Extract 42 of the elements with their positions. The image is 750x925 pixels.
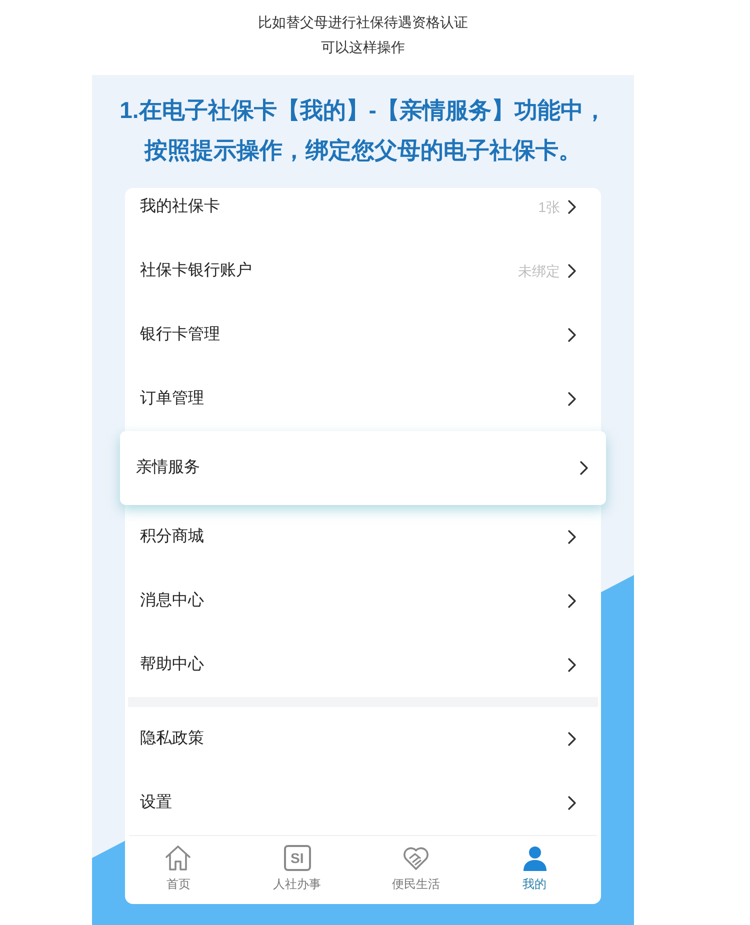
menu-item-label: 社保卡银行账户 xyxy=(140,260,252,281)
tab[interactable]: SI 人社办事 xyxy=(238,836,356,904)
menu-item[interactable]: 订单管理 xyxy=(125,367,601,431)
menu-item[interactable]: 设置 xyxy=(125,771,601,835)
chevron-right-icon xyxy=(568,328,576,342)
menu-item-label: 订单管理 xyxy=(140,389,204,409)
si-logo-icon: SI xyxy=(284,845,311,871)
menu-item[interactable]: 帮助中心 xyxy=(125,633,601,697)
chevron-right-icon xyxy=(568,200,576,214)
tab[interactable]: 首页 xyxy=(119,836,238,904)
menu-item-label: 银行卡管理 xyxy=(140,324,220,345)
menu-item-label: 设置 xyxy=(140,793,172,813)
menu-item[interactable]: 我的社保卡 1张 xyxy=(125,188,601,239)
chevron-right-icon xyxy=(568,594,576,608)
chevron-right-icon xyxy=(568,796,576,810)
chevron-right-icon xyxy=(568,530,576,544)
menu-item[interactable]: 银行卡管理 xyxy=(125,303,601,367)
menu-item[interactable]: 隐私政策 xyxy=(125,707,601,771)
caption-text: 可以这样操作 xyxy=(321,38,405,57)
chevron-right-icon xyxy=(580,461,588,475)
tab[interactable]: 便民生活 xyxy=(356,836,476,904)
menu-item[interactable]: 社保卡银行账户 未绑定 xyxy=(125,239,601,303)
menu-item-value: 未绑定 xyxy=(518,262,560,281)
chevron-right-icon xyxy=(568,658,576,672)
menu-item-label: 我的社保卡 xyxy=(140,196,220,217)
menu-item-label: 亲情服务 xyxy=(136,458,200,478)
menu-item-value: 1张 xyxy=(538,198,560,217)
menu-item-label: 隐私政策 xyxy=(140,729,204,749)
chevron-right-icon xyxy=(568,392,576,406)
heading-text: 1.在电子社保卡【我的】-【亲情服务】功能中， 按照提示操作，绑定您父母的电子社保卡。 xyxy=(120,96,606,165)
menu-item[interactable]: 积分商城 xyxy=(125,505,601,569)
menu-item-label: 积分商城 xyxy=(140,526,204,547)
caption-text: 比如替父母进行社保待遇资格认证 xyxy=(258,13,468,32)
menu-item[interactable]: 亲情服务 xyxy=(120,431,606,505)
menu-item-label: 帮助中心 xyxy=(140,654,204,675)
home-icon xyxy=(164,844,192,872)
menu-item[interactable]: 消息中心 xyxy=(125,569,601,633)
chevron-right-icon xyxy=(568,732,576,746)
chevron-right-icon xyxy=(568,264,576,278)
menu-item-label: 消息中心 xyxy=(140,590,204,611)
person-icon xyxy=(520,844,549,872)
tab[interactable]: 我的 xyxy=(475,836,594,904)
